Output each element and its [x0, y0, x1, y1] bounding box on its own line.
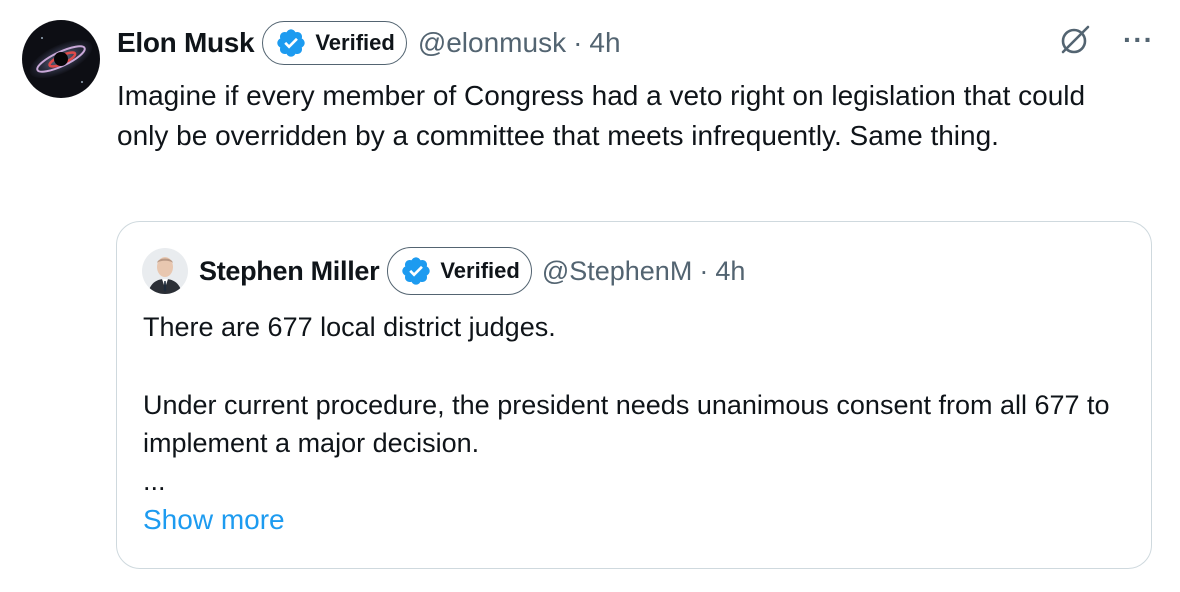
tweet-timestamp[interactable]: 4h	[589, 27, 620, 58]
quote-timestamp[interactable]: 4h	[715, 256, 745, 286]
galaxy-avatar-icon	[22, 20, 100, 98]
meta-separator: ·	[573, 27, 583, 58]
quote-meta-separator: ·	[699, 255, 709, 286]
quote-verified-label: Verified	[440, 258, 520, 283]
more-icon[interactable]: ···	[1123, 26, 1154, 54]
tweet-header: Elon Musk Verified @elonmusk · 4h	[117, 18, 621, 68]
quote-text: There are 677 local district judges. Und…	[143, 308, 1143, 500]
author-handle[interactable]: @elonmusk	[418, 27, 566, 58]
quote-tweet-card[interactable]: Stephen Miller Verified @StephenM · 4h The…	[116, 221, 1152, 569]
quote-author-meta: @StephenM · 4h	[542, 256, 746, 287]
quote-truncation-ellipsis: ...	[143, 466, 166, 496]
author-name[interactable]: Elon Musk	[117, 27, 255, 59]
verified-label: Verified	[315, 30, 395, 55]
quote-author-avatar[interactable]	[142, 248, 188, 294]
author-meta: @elonmusk · 4h	[418, 27, 621, 59]
show-more-link[interactable]: Show more	[143, 504, 285, 536]
tweet-actions: ···	[1057, 22, 1154, 58]
quote-paragraph: There are 677 local district judges.	[143, 312, 556, 342]
grok-icon[interactable]	[1057, 22, 1093, 58]
verified-badge-pill[interactable]: Verified	[262, 21, 407, 65]
person-avatar-icon	[142, 248, 188, 294]
quote-paragraph: Under current procedure, the president n…	[143, 390, 1110, 458]
quote-header: Stephen Miller Verified @StephenM · 4h	[199, 246, 745, 296]
quote-verified-badge-pill[interactable]: Verified	[387, 247, 532, 295]
quote-author-handle[interactable]: @StephenM	[542, 256, 693, 286]
verified-check-icon	[402, 257, 431, 285]
tweet-text: Imagine if every member of Congress had …	[117, 80, 1086, 151]
quote-author-name[interactable]: Stephen Miller	[199, 256, 380, 287]
verified-check-icon	[277, 29, 305, 57]
author-avatar[interactable]	[22, 20, 100, 98]
